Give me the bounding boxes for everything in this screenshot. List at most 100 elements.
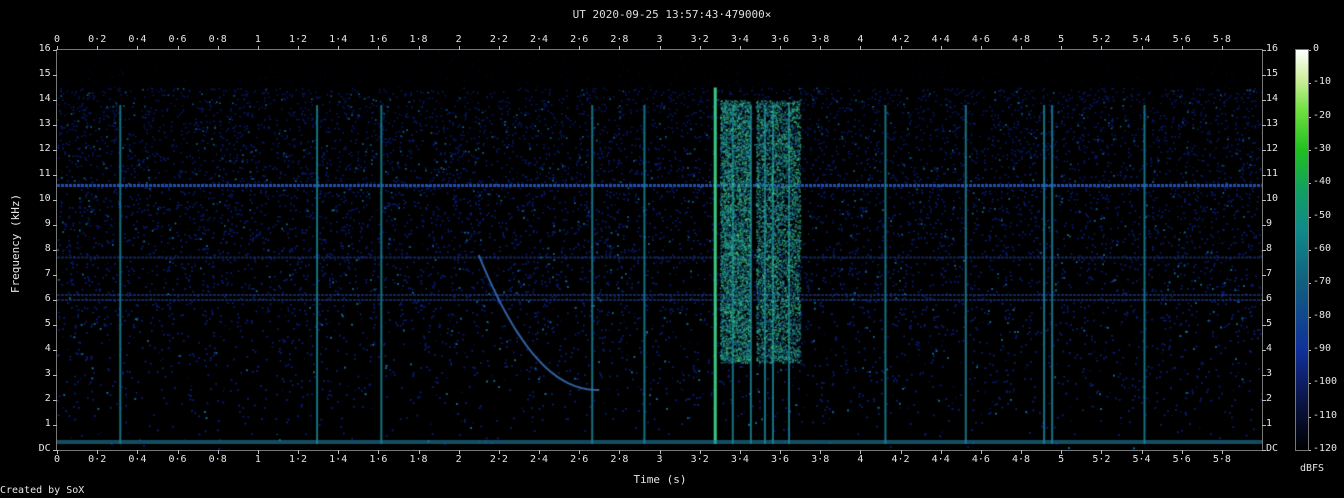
x-tick-label-top: 2·6 xyxy=(570,34,589,45)
y-tick-label-right: 13 xyxy=(1266,118,1279,129)
colorbar-tick-label: -100 xyxy=(1313,376,1338,388)
colorbar-frame xyxy=(1295,49,1309,451)
x-tick-mark xyxy=(458,450,460,454)
colorbar-tick-label: -60 xyxy=(1313,243,1332,254)
x-tick-mark xyxy=(137,46,139,50)
y-tick-label-left: 6 xyxy=(44,293,51,304)
x-tick-mark xyxy=(739,450,741,454)
x-tick-label-bottom: 2·4 xyxy=(530,454,549,465)
y-tick-label-left: 3 xyxy=(44,368,51,379)
x-tick-mark xyxy=(659,46,661,50)
x-tick-label-bottom: 2·2 xyxy=(489,454,508,465)
x-tick-mark xyxy=(1141,450,1143,454)
y-tick-mark xyxy=(1262,75,1266,76)
x-tick-mark xyxy=(498,46,500,50)
x-tick-mark xyxy=(1021,450,1022,454)
y-tick-label-left: 11 xyxy=(38,168,51,179)
y-tick-label-right: 3 xyxy=(1266,368,1273,379)
x-tick-label-top: 5·2 xyxy=(1092,34,1111,45)
x-tick-label-top: 2 xyxy=(455,34,462,45)
x-tick-mark xyxy=(1141,46,1143,50)
x-tick-label-bottom: 1·2 xyxy=(289,454,308,465)
y-tick-label-left: 4 xyxy=(44,343,51,354)
x-tick-label-top: 1·6 xyxy=(369,34,388,45)
x-tick-mark xyxy=(177,450,179,454)
x-tick-mark xyxy=(298,46,299,50)
colorbar-unit-label: dBFS xyxy=(1300,463,1325,474)
x-tick-label-top: 2·8 xyxy=(610,34,629,45)
x-tick-mark xyxy=(980,450,982,454)
y-tick-label-left: 2 xyxy=(44,393,51,404)
x-tick-label-top: 0 xyxy=(54,34,61,45)
x-tick-label-bottom: 1·4 xyxy=(329,454,348,465)
x-tick-label-top: 3·2 xyxy=(690,34,709,45)
colorbar-tick-label: -20 xyxy=(1313,109,1332,121)
colorbar-tick-label: -70 xyxy=(1313,276,1332,288)
colorbar-tick-label: -30 xyxy=(1313,143,1332,154)
x-tick-label-top: 3·6 xyxy=(771,34,790,45)
colorbar-tick-label: -40 xyxy=(1313,176,1332,188)
x-tick-label-bottom: 5·4 xyxy=(1132,454,1151,465)
y-tick-mark xyxy=(53,400,57,401)
y-axis-label: Frequency (kHz) xyxy=(9,193,23,294)
x-tick-label-top: 1·2 xyxy=(289,34,308,45)
x-tick-label-bottom: 3·8 xyxy=(811,454,830,465)
y-tick-mark xyxy=(53,100,57,101)
colorbar-tick-label: -90 xyxy=(1313,343,1332,354)
y-tick-label-right: 7 xyxy=(1266,268,1273,279)
x-tick-label-top: 4 xyxy=(857,34,864,45)
x-tick-label-bottom: 0·4 xyxy=(128,454,147,465)
x-tick-mark xyxy=(1221,450,1223,454)
x-tick-label-top: 4·2 xyxy=(891,34,910,45)
x-tick-label-top: 0·6 xyxy=(168,34,187,45)
y-tick-mark xyxy=(1262,200,1266,201)
x-tick-label-top: 5·6 xyxy=(1172,34,1191,45)
y-tick-label-right: 14 xyxy=(1266,93,1279,104)
x-tick-mark xyxy=(378,450,380,454)
x-tick-label-bottom: 0 xyxy=(54,454,61,465)
x-tick-mark xyxy=(900,46,902,50)
y-tick-label-right: 1 xyxy=(1266,418,1273,429)
x-tick-label-bottom: 5 xyxy=(1058,454,1065,465)
x-tick-mark xyxy=(1101,46,1103,50)
y-tick-mark xyxy=(1262,125,1266,126)
x-tick-label-top: 4·4 xyxy=(931,34,950,45)
x-tick-label-top: 3 xyxy=(656,34,663,45)
colorbar-tick-label: 0 xyxy=(1313,43,1320,54)
y-tick-label-left: 16 xyxy=(38,43,51,54)
y-tick-label-right: 16 xyxy=(1266,43,1279,54)
x-tick-label-bottom: 3 xyxy=(656,454,663,465)
y-tick-label-left: 1 xyxy=(44,418,51,429)
y-tick-label-right: 4 xyxy=(1266,343,1273,354)
x-tick-mark xyxy=(860,450,862,454)
y-tick-label-left: 9 xyxy=(44,218,51,229)
x-tick-label-bottom: 4 xyxy=(857,454,864,465)
y-tick-label-left: 8 xyxy=(44,243,51,254)
y-tick-label-right: 11 xyxy=(1266,168,1279,179)
y-tick-mark xyxy=(53,375,57,376)
x-tick-label-bottom: 4·6 xyxy=(971,454,990,465)
x-tick-mark xyxy=(338,46,340,50)
x-tick-label-bottom: 0·6 xyxy=(168,454,187,465)
y-tick-label-left: 13 xyxy=(38,118,51,129)
x-tick-mark xyxy=(217,46,219,50)
x-tick-label-top: 1·8 xyxy=(409,34,428,45)
y-tick-label-right: 6 xyxy=(1266,293,1273,304)
y-tick-label-left: DC xyxy=(38,443,51,454)
x-tick-label-bottom: 3·6 xyxy=(771,454,790,465)
colorbar-tick-label: -80 xyxy=(1313,309,1332,321)
x-tick-mark xyxy=(699,46,701,50)
x-axis-label: Time (s) xyxy=(633,473,687,486)
x-tick-mark xyxy=(378,46,380,50)
y-tick-mark xyxy=(1262,400,1266,401)
x-tick-label-top: 5 xyxy=(1058,34,1065,45)
x-tick-mark xyxy=(900,450,902,454)
x-tick-label-bottom: 5·8 xyxy=(1212,454,1231,465)
y-tick-mark xyxy=(1262,50,1266,51)
x-tick-label-bottom: 4·2 xyxy=(891,454,910,465)
y-tick-mark xyxy=(53,175,57,176)
x-tick-label-bottom: 1·8 xyxy=(409,454,428,465)
y-tick-mark xyxy=(1262,250,1266,251)
x-tick-mark xyxy=(780,450,781,454)
y-tick-mark xyxy=(1262,375,1266,376)
